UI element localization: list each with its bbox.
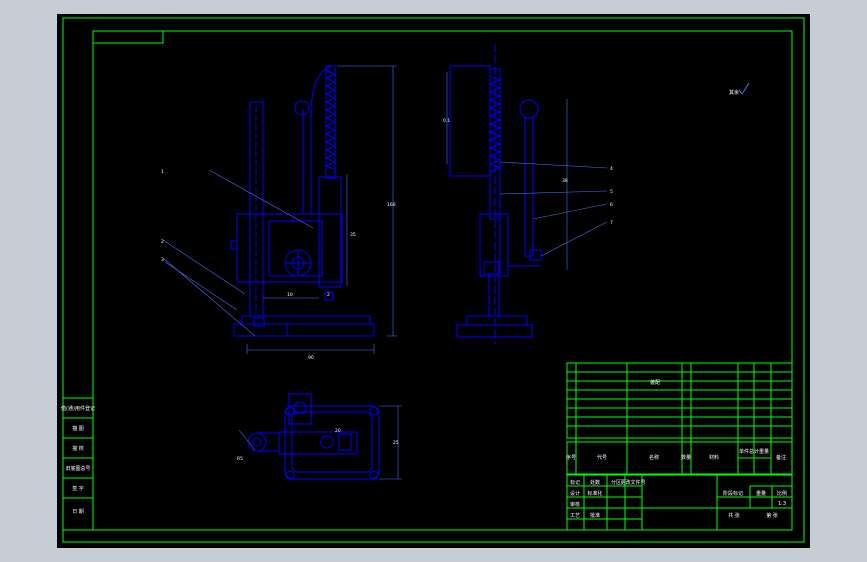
tb-stage-mark: 阶段标记 xyxy=(723,490,743,497)
dim-top-length: 20 xyxy=(335,428,341,434)
dim-front-body-height: 35 xyxy=(350,232,356,238)
tb-count: 处数 xyxy=(590,479,600,486)
header-name: 名称 xyxy=(649,454,659,461)
balloon-6: 6 xyxy=(610,202,613,208)
tb-change-no: 更改文件号 xyxy=(620,479,645,486)
drawing-sheet: 借(通)用件登记 描 图 描 校 旧底图总号 签 字 日 期 其余 160 90… xyxy=(61,17,805,543)
header-seq: 序号 xyxy=(566,454,576,461)
header-qty: 数量 xyxy=(681,454,691,461)
front-dimensions xyxy=(162,65,397,354)
tb-sheet-total: 共 张 xyxy=(728,512,740,519)
balloon-7: 7 xyxy=(610,220,613,226)
top-dimensions xyxy=(238,405,402,480)
left-registration-column: 借(通)用件登记 描 图 描 校 旧底图总号 签 字 日 期 xyxy=(61,397,95,531)
sheet-outer-border xyxy=(62,17,805,543)
col-label-register: 借(通)用件登记 xyxy=(61,405,95,412)
tb-standardize: 标准化 xyxy=(587,490,602,497)
cad-viewport[interactable]: 借(通)用件登记 描 图 描 校 旧底图总号 签 字 日 期 其余 160 90… xyxy=(57,14,810,548)
side-view xyxy=(449,44,542,344)
tb-approve: 批准 xyxy=(590,512,600,519)
dim-side-height: 38 xyxy=(562,178,568,184)
col-label-trace: 描 图 xyxy=(72,425,84,432)
col-label-trace-check: 描 校 xyxy=(72,445,84,452)
top-view xyxy=(247,393,380,480)
dim-front-height: 160 xyxy=(387,202,396,208)
roughness-text: 其余 xyxy=(729,89,739,96)
tb-craft: 工艺 xyxy=(570,513,580,519)
parts-title: 装配 xyxy=(650,379,660,386)
roughness-symbol-icon xyxy=(738,82,750,95)
title-block xyxy=(566,474,793,531)
balloon-2: 2 xyxy=(161,239,164,245)
front-view xyxy=(230,65,375,337)
col-label-old-number: 旧底图总号 xyxy=(65,465,90,472)
dim-top-radius: R5 xyxy=(237,456,243,462)
header-code: 代号 xyxy=(597,454,607,461)
balloon-3: 3 xyxy=(161,257,164,263)
tb-weight: 重量 xyxy=(756,490,766,497)
tb-sheet-no: 第 张 xyxy=(766,512,778,519)
dim-front-base-gap: 2 xyxy=(327,292,330,298)
balloon-1: 1 xyxy=(161,169,164,175)
roughness-mark: 其余 xyxy=(729,82,750,96)
tb-scale-value: 1:3 xyxy=(778,501,786,507)
col-label-signature: 签 字 xyxy=(72,485,84,492)
tb-check: 审核 xyxy=(570,501,580,508)
col-label-date: 日 期 xyxy=(72,509,84,515)
dim-front-inner-width: 10 xyxy=(287,292,293,298)
tb-marking: 标记 xyxy=(570,479,580,486)
balloon-4: 4 xyxy=(610,166,613,172)
corner-code-box xyxy=(92,30,164,44)
dim-side-spring: 0.1 xyxy=(443,118,450,124)
tb-design: 设计 xyxy=(570,490,580,497)
balloon-5: 5 xyxy=(610,189,613,195)
header-material: 材料 xyxy=(709,454,719,461)
dim-top-depth: 25 xyxy=(393,440,399,446)
side-dimensions xyxy=(446,72,608,270)
header-weight: 单件总计重量 xyxy=(739,448,769,455)
header-note: 备注 xyxy=(776,454,786,461)
dim-front-width: 90 xyxy=(308,355,314,361)
tb-scale: 比例 xyxy=(777,490,787,497)
